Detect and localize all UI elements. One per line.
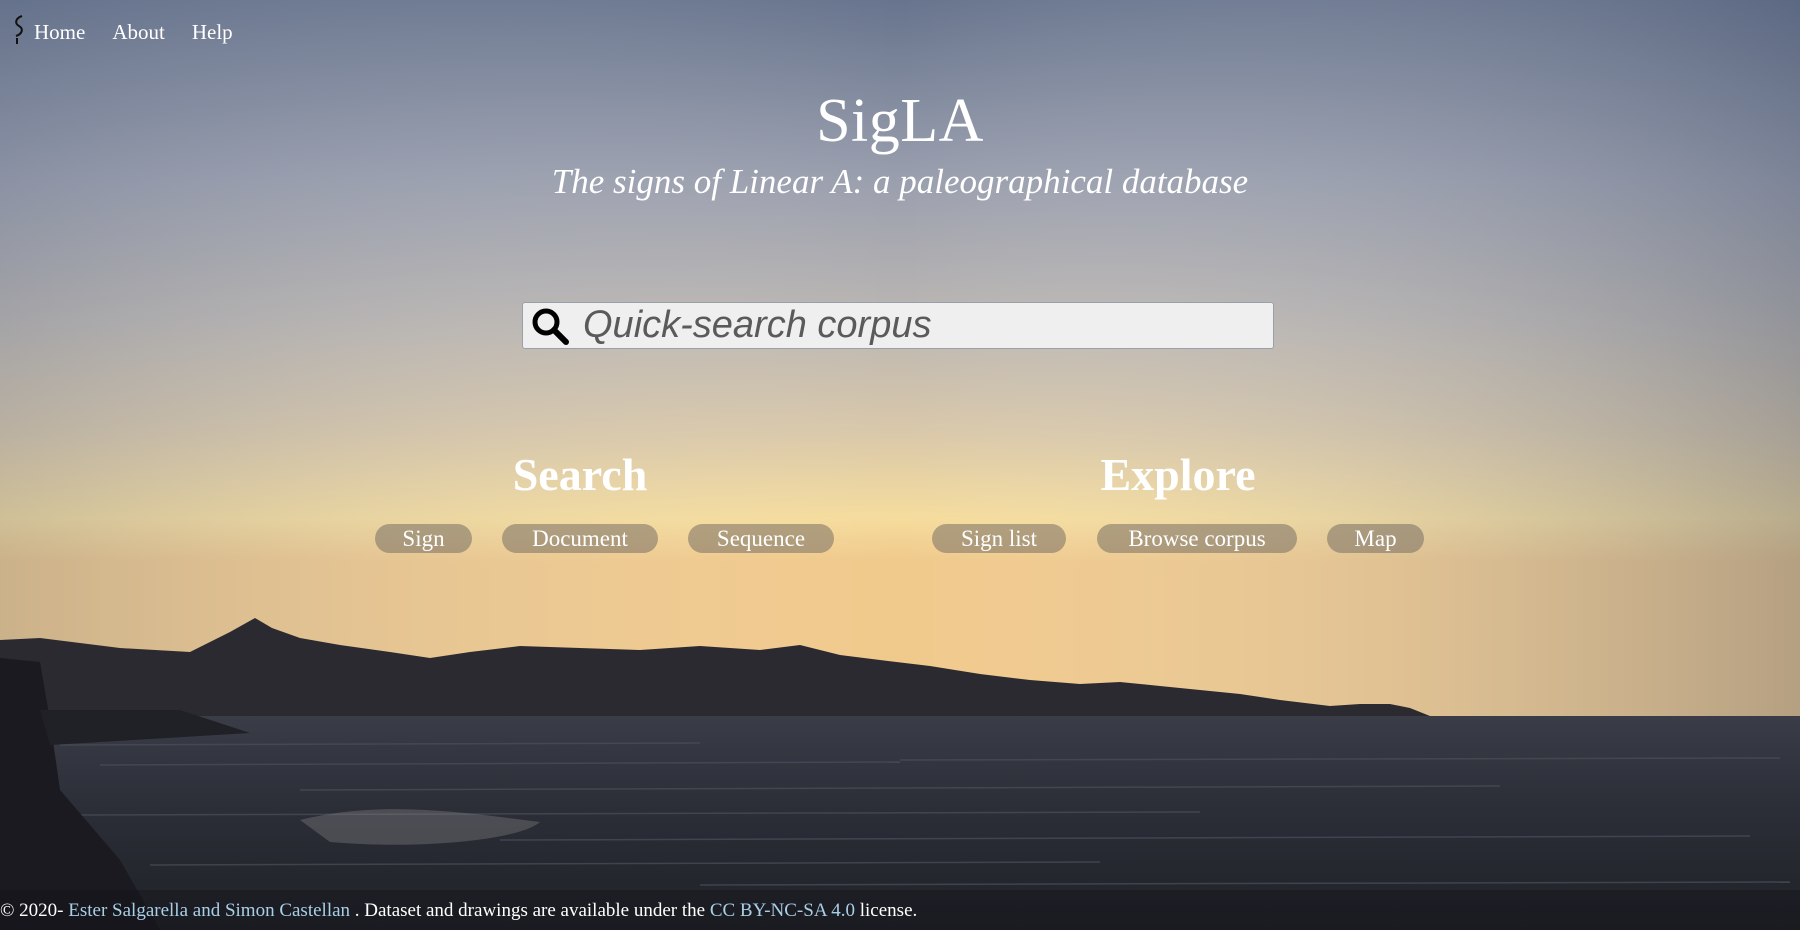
nav-home-link[interactable]: Home <box>34 21 85 43</box>
footer-authors-link[interactable]: Ester Salgarella and Simon Castellan <box>68 900 350 921</box>
explore-browse-corpus-button[interactable]: Browse corpus <box>1097 524 1297 553</box>
footer-suffix: license. <box>855 900 918 921</box>
top-nav: Home About Help <box>10 14 260 50</box>
explore-map-button[interactable]: Map <box>1327 524 1424 553</box>
search-section-title: Search <box>512 449 648 500</box>
search-sequence-button[interactable]: Sequence <box>688 524 834 553</box>
footer: © 2020- Ester Salgarella and Simon Caste… <box>0 900 917 922</box>
explore-sign-list-button[interactable]: Sign list <box>932 524 1066 553</box>
page-subtitle: The signs of Linear A: a paleographical … <box>551 162 1249 201</box>
magnifier-icon[interactable] <box>527 303 573 349</box>
explore-section-title: Explore <box>1100 449 1256 500</box>
page-title: SigLA <box>816 87 984 155</box>
footer-copyright: © 2020- <box>0 900 69 921</box>
nav-help-link[interactable]: Help <box>192 21 233 43</box>
quick-search-input[interactable] <box>573 304 1273 347</box>
footer-dataset-text: . Dataset and drawings are available und… <box>350 900 710 921</box>
linear-a-sign-logo-icon[interactable] <box>10 14 30 50</box>
nav-about-link[interactable]: About <box>112 21 165 43</box>
footer-license-link[interactable]: CC BY-NC-SA 4.0 <box>710 900 855 921</box>
search-document-button[interactable]: Document <box>502 524 658 553</box>
quick-search-box <box>522 302 1274 349</box>
search-sign-button[interactable]: Sign <box>375 524 472 553</box>
